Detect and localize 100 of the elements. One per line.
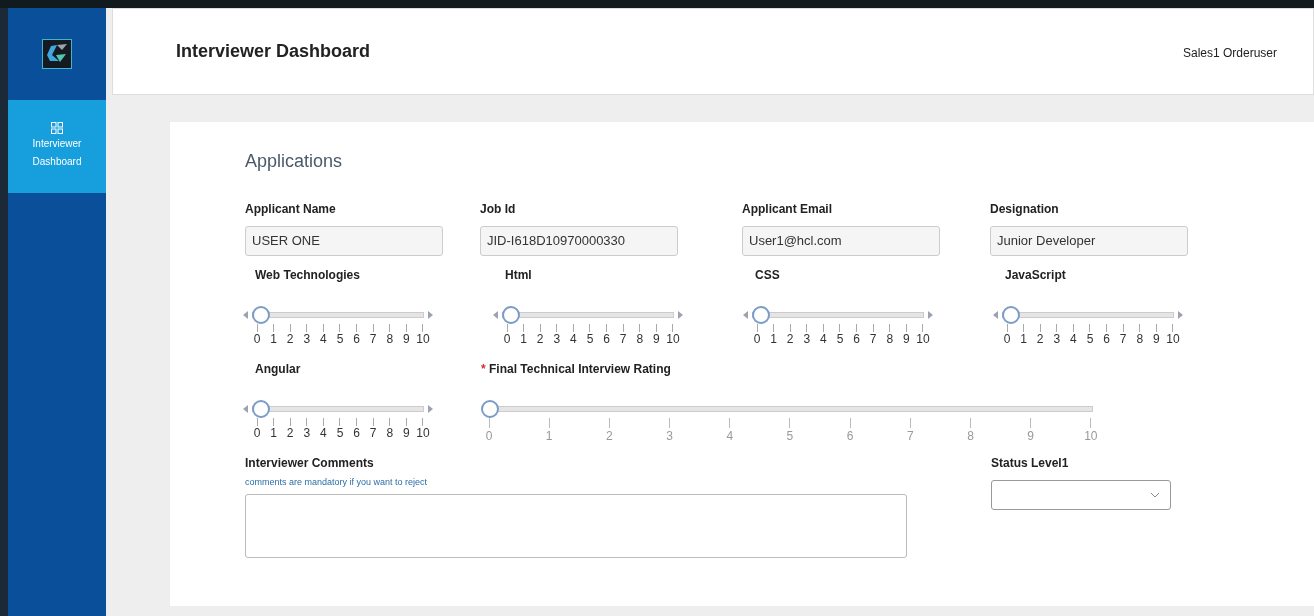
input-field[interactable]: USER ONE xyxy=(245,226,443,256)
tick-label: 2 xyxy=(286,426,294,440)
tick-label: 6 xyxy=(353,332,360,346)
tick-label: 9 xyxy=(903,332,910,346)
tick-label: 8 xyxy=(386,332,394,346)
field-label: Interviewer Comments xyxy=(245,455,375,472)
grid-icon xyxy=(51,122,63,134)
tick-label: 0 xyxy=(503,332,511,346)
tick-label: 8 xyxy=(636,332,644,346)
slider[interactable] xyxy=(752,306,924,324)
left-arrow-icon[interactable] xyxy=(243,311,248,319)
slider-thumb[interactable] xyxy=(252,306,270,324)
input-field[interactable]: JID-I618D10970000330 xyxy=(480,226,678,256)
left-arrow-icon[interactable] xyxy=(993,311,998,319)
tick-label: 6 xyxy=(1103,332,1110,346)
tick-label: 2 xyxy=(536,332,544,346)
right-arrow-icon[interactable] xyxy=(428,311,433,319)
tick-label: 7 xyxy=(369,332,377,346)
tick-label: 7 xyxy=(869,332,877,346)
slider-label: JavaScript xyxy=(1005,267,1067,282)
tick-label: 5 xyxy=(586,332,594,346)
tick-label: 1 xyxy=(1020,332,1027,346)
tick-label: 6 xyxy=(603,332,610,346)
tick-label: 3 xyxy=(553,332,561,346)
tick-label: 9 xyxy=(653,332,660,346)
section-title: Applications xyxy=(245,150,344,173)
input-field[interactable]: Junior Developer xyxy=(990,226,1188,256)
tick-label: 4 xyxy=(320,426,327,440)
slider-label: * Final Technical Interview Rating xyxy=(481,361,672,376)
right-arrow-icon[interactable] xyxy=(678,311,683,319)
slider-thumb[interactable] xyxy=(1002,306,1020,324)
tick-label: 10 xyxy=(416,426,430,440)
tick-label: 8 xyxy=(886,332,894,346)
tick-label: 5 xyxy=(836,332,844,346)
tick-label: 5 xyxy=(336,332,344,346)
tick-label: 4 xyxy=(320,332,327,346)
slider-label: CSS xyxy=(755,267,781,282)
tick-label: 4 xyxy=(1070,332,1077,346)
tick-label: 1 xyxy=(270,332,277,346)
right-arrow-icon[interactable] xyxy=(428,405,433,413)
tick-label: 8 xyxy=(386,426,394,440)
tick-label: 6 xyxy=(353,426,360,440)
slider[interactable] xyxy=(252,306,424,324)
tick-label: 2 xyxy=(606,428,613,444)
tick-label: 7 xyxy=(1119,332,1127,346)
tick-label: 0 xyxy=(1003,332,1011,346)
tick-label: 8 xyxy=(1136,332,1144,346)
tick-label: 1 xyxy=(270,426,277,440)
slider-thumb[interactable] xyxy=(502,306,520,324)
tick-label: 3 xyxy=(303,332,311,346)
tick-label: 10 xyxy=(666,332,680,346)
field-label: Applicant Name xyxy=(245,201,337,218)
tick-label: 10 xyxy=(1166,332,1180,346)
tick-label: 1 xyxy=(520,332,527,346)
slider[interactable] xyxy=(481,400,1093,418)
slider[interactable] xyxy=(502,306,674,324)
input-field[interactable]: User1@hcl.com xyxy=(742,226,940,256)
tick-label: 8 xyxy=(967,428,974,444)
comments-field[interactable] xyxy=(245,493,907,558)
field-label: Status Level1 xyxy=(991,455,1070,472)
tick-label: 5 xyxy=(1086,332,1094,346)
tick-label: 4 xyxy=(570,332,577,346)
slider-label: Angular xyxy=(255,361,302,376)
slider[interactable] xyxy=(252,400,424,418)
tick-label: 6 xyxy=(853,332,860,346)
right-arrow-icon[interactable] xyxy=(928,311,933,319)
tick-label: 5 xyxy=(786,428,794,444)
left-arrow-icon[interactable] xyxy=(493,311,498,319)
tick-label: 7 xyxy=(369,426,377,440)
tick-label: 3 xyxy=(666,428,673,444)
tick-label: 1 xyxy=(545,428,553,444)
tick-label: 0 xyxy=(485,428,493,444)
tick-label: 0 xyxy=(253,332,261,346)
tick-label: 2 xyxy=(286,332,294,346)
sidebar-item-label: Interviewer Dashboard xyxy=(31,137,83,169)
tick-label: 1 xyxy=(770,332,777,346)
slider-thumb[interactable] xyxy=(252,400,270,418)
slider-label: Html xyxy=(505,267,533,282)
slider-thumb[interactable] xyxy=(752,306,770,324)
tick-label: 9 xyxy=(403,332,410,346)
slider-thumb[interactable] xyxy=(481,400,499,418)
tick-label: 10 xyxy=(1084,428,1098,444)
tick-label: 10 xyxy=(416,332,430,346)
tick-label: 10 xyxy=(916,332,930,346)
tick-label: 9 xyxy=(1027,428,1035,444)
status-dropdown[interactable] xyxy=(991,480,1171,510)
field-label: Applicant Email xyxy=(742,201,834,218)
right-arrow-icon[interactable] xyxy=(1178,311,1183,319)
tick-label: 4 xyxy=(820,332,827,346)
left-arrow-icon[interactable] xyxy=(243,405,248,413)
slider[interactable] xyxy=(1002,306,1174,324)
tick-label: 7 xyxy=(906,428,914,444)
field-label: Designation xyxy=(990,201,1060,218)
tick-label: 2 xyxy=(1036,332,1044,346)
tick-label: 3 xyxy=(303,426,311,440)
tick-label: 3 xyxy=(803,332,811,346)
left-arrow-icon[interactable] xyxy=(743,311,748,319)
tick-label: 0 xyxy=(753,332,761,346)
tick-label: 4 xyxy=(726,428,734,444)
chevron-down-icon xyxy=(1150,492,1160,498)
